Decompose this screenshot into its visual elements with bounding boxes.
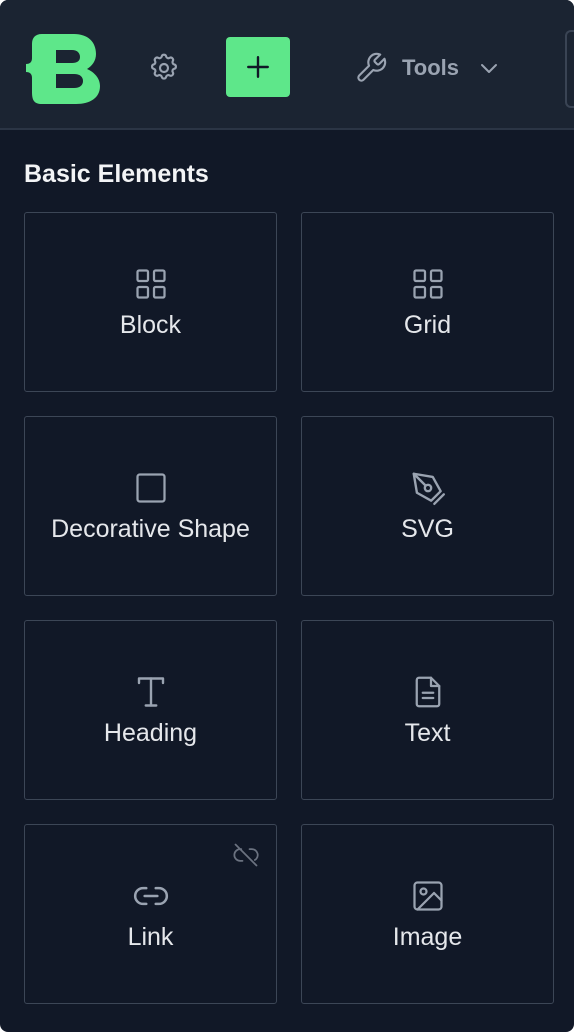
section-title: Basic Elements bbox=[24, 160, 209, 188]
wrench-icon bbox=[354, 51, 388, 85]
element-label: Text bbox=[404, 719, 451, 747]
element-tile-link[interactable]: Link bbox=[24, 824, 277, 1004]
element-tile-decorative-shape[interactable]: Decorative Shape bbox=[24, 416, 277, 596]
chevron-down-icon bbox=[477, 56, 501, 80]
element-label: Grid bbox=[403, 311, 452, 339]
element-tile-image[interactable]: Image bbox=[301, 824, 554, 1004]
panel-divider bbox=[565, 30, 574, 108]
element-tile-text[interactable]: Text bbox=[301, 620, 554, 800]
brand-logo-icon[interactable] bbox=[22, 28, 106, 108]
element-tile-heading[interactable]: Heading bbox=[24, 620, 277, 800]
tools-menu-button[interactable]: Tools bbox=[354, 48, 514, 88]
element-label: Decorative Shape bbox=[51, 515, 250, 543]
element-label: SVG bbox=[401, 515, 454, 543]
heading-t-icon bbox=[132, 673, 170, 711]
element-label: Heading bbox=[103, 719, 198, 747]
settings-button[interactable] bbox=[146, 50, 182, 86]
grid-squares-icon bbox=[132, 265, 170, 303]
element-tile-block[interactable]: Block bbox=[24, 212, 277, 392]
element-label: Link bbox=[127, 923, 174, 951]
elements-grid: Block Grid Decorative Shape SVG Heading … bbox=[24, 212, 554, 1004]
plus-icon bbox=[245, 54, 271, 80]
element-tile-grid[interactable]: Grid bbox=[301, 212, 554, 392]
gear-icon bbox=[148, 52, 180, 84]
tools-label: Tools bbox=[402, 55, 460, 80]
add-element-button[interactable] bbox=[226, 37, 290, 97]
link-icon bbox=[132, 877, 170, 915]
image-icon bbox=[409, 877, 447, 915]
element-label: Block bbox=[119, 311, 182, 339]
square-icon bbox=[132, 469, 170, 507]
element-tile-svg[interactable]: SVG bbox=[301, 416, 554, 596]
grid-squares-icon bbox=[409, 265, 447, 303]
unlink-icon bbox=[232, 841, 260, 869]
document-text-icon bbox=[409, 673, 447, 711]
element-label: Image bbox=[392, 923, 463, 951]
pen-nib-icon bbox=[409, 469, 447, 507]
elements-panel: Tools Basic Elements Block Grid Decorati… bbox=[0, 0, 574, 1032]
toolbar: Tools bbox=[0, 0, 574, 130]
